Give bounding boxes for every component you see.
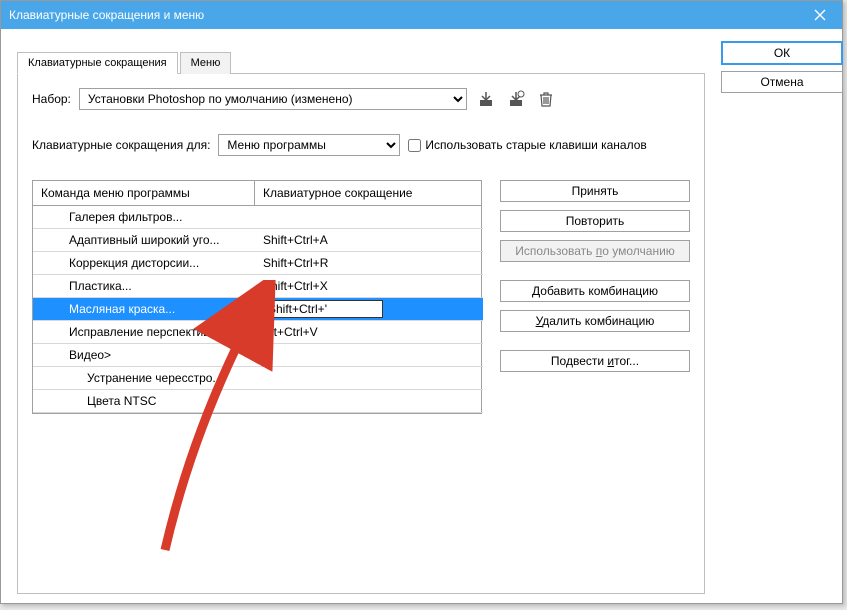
shortcut-cell: Shift+Ctrl+X	[255, 279, 483, 293]
add-rest: обавить комбинацию	[540, 284, 658, 298]
add-combo-button[interactable]: Добавить комбинацию	[500, 280, 690, 302]
table-row[interactable]: Цвета NTSC	[33, 390, 483, 413]
shortcut-cell: Alt+Ctrl+V	[255, 325, 483, 339]
table-row[interactable]: Галерея фильтров...	[33, 206, 483, 229]
table-body[interactable]: Галерея фильтров... Адаптивный широкий уг…	[33, 206, 483, 413]
ok-button[interactable]: ОК	[721, 41, 843, 65]
command-cell: Исправление перспектив...	[33, 325, 255, 339]
command-cell: Адаптивный широкий уго...	[33, 233, 255, 247]
new-set-icon[interactable]	[505, 88, 527, 110]
shortcut-table: Команда меню программы Клавиатурное сокр…	[32, 180, 482, 414]
legacy-channels-checkbox[interactable]: Использовать старые клавиши каналов	[408, 138, 646, 152]
tab-bar: Клавиатурные сокращения Меню	[17, 51, 705, 74]
set-label: Набор:	[32, 92, 71, 106]
for-row: Клавиатурные сокращения для: Меню програ…	[32, 134, 690, 156]
legacy-channels-input[interactable]	[408, 139, 421, 152]
use-default-label: Использовать по умолчанию	[515, 244, 675, 258]
cancel-button[interactable]: Отмена	[721, 71, 843, 93]
table-row[interactable]: Коррекция дисторсии...Shift+Ctrl+R	[33, 252, 483, 275]
set-select[interactable]: Установки Photoshop по умолчанию (измене…	[79, 88, 467, 110]
side-buttons: ОК Отмена	[721, 41, 843, 594]
trash-icon[interactable]	[535, 88, 557, 110]
command-cell: Пластика...	[33, 279, 255, 293]
legacy-channels-label: Использовать старые клавиши каналов	[425, 138, 646, 152]
table-row[interactable]: Масляная краска...	[33, 298, 483, 321]
use-default-button: Использовать по умолчанию	[500, 240, 690, 262]
shortcut-cell	[255, 300, 483, 318]
window-title: Клавиатурные сокращения и меню	[9, 8, 204, 22]
remove-rest: далить комбинацию	[542, 314, 654, 328]
repeat-button[interactable]: Повторить	[500, 210, 690, 232]
dialog-window: Клавиатурные сокращения и меню Клавиатур…	[0, 0, 843, 604]
table-row[interactable]: Видео>	[33, 344, 483, 367]
panel-body: Набор: Установки Photoshop по умолчанию …	[17, 74, 705, 594]
accept-button[interactable]: Принять	[500, 180, 690, 202]
table-row[interactable]: Адаптивный широкий уго...Shift+Ctrl+A	[33, 229, 483, 252]
for-label: Клавиатурные сокращения для:	[32, 138, 210, 152]
summarize-button[interactable]: Подвести итог...	[500, 350, 690, 372]
content-area: Клавиатурные сокращения Меню Набор: Уста…	[1, 29, 842, 610]
remove-combo-button[interactable]: Удалить комбинацию	[500, 310, 690, 332]
tab-menus[interactable]: Меню	[180, 52, 232, 74]
set-row: Набор: Установки Photoshop по умолчанию …	[32, 88, 690, 110]
shortcut-cell: Shift+Ctrl+A	[255, 233, 483, 247]
table-row[interactable]: Устранение чересстро...	[33, 367, 483, 390]
shortcut-cell: Shift+Ctrl+R	[255, 256, 483, 270]
table-header: Команда меню программы Клавиатурное сокр…	[33, 181, 481, 206]
titlebar: Клавиатурные сокращения и меню	[1, 1, 842, 29]
col-shortcut: Клавиатурное сокращение	[255, 181, 481, 205]
table-row[interactable]: Исправление перспектив...Alt+Ctrl+V	[33, 321, 483, 344]
col-command: Команда меню программы	[33, 181, 255, 205]
save-set-icon[interactable]	[475, 88, 497, 110]
command-cell: Коррекция дисторсии...	[33, 256, 255, 270]
main-panel: Клавиатурные сокращения Меню Набор: Уста…	[17, 41, 705, 594]
action-buttons: Принять Повторить Использовать по умолча…	[500, 180, 690, 380]
for-select[interactable]: Меню программы	[218, 134, 400, 156]
command-cell: Устранение чересстро...	[33, 371, 255, 385]
table-and-actions: Команда меню программы Клавиатурное сокр…	[32, 180, 690, 414]
command-cell: Видео>	[33, 348, 255, 362]
close-icon[interactable]	[806, 1, 834, 29]
table-row[interactable]: Пластика...Shift+Ctrl+X	[33, 275, 483, 298]
command-cell: Цвета NTSC	[33, 394, 255, 408]
command-cell: Галерея фильтров...	[33, 210, 255, 224]
tab-shortcuts[interactable]: Клавиатурные сокращения	[17, 52, 178, 74]
shortcut-input[interactable]	[263, 300, 383, 318]
command-cell: Масляная краска...	[33, 302, 255, 316]
